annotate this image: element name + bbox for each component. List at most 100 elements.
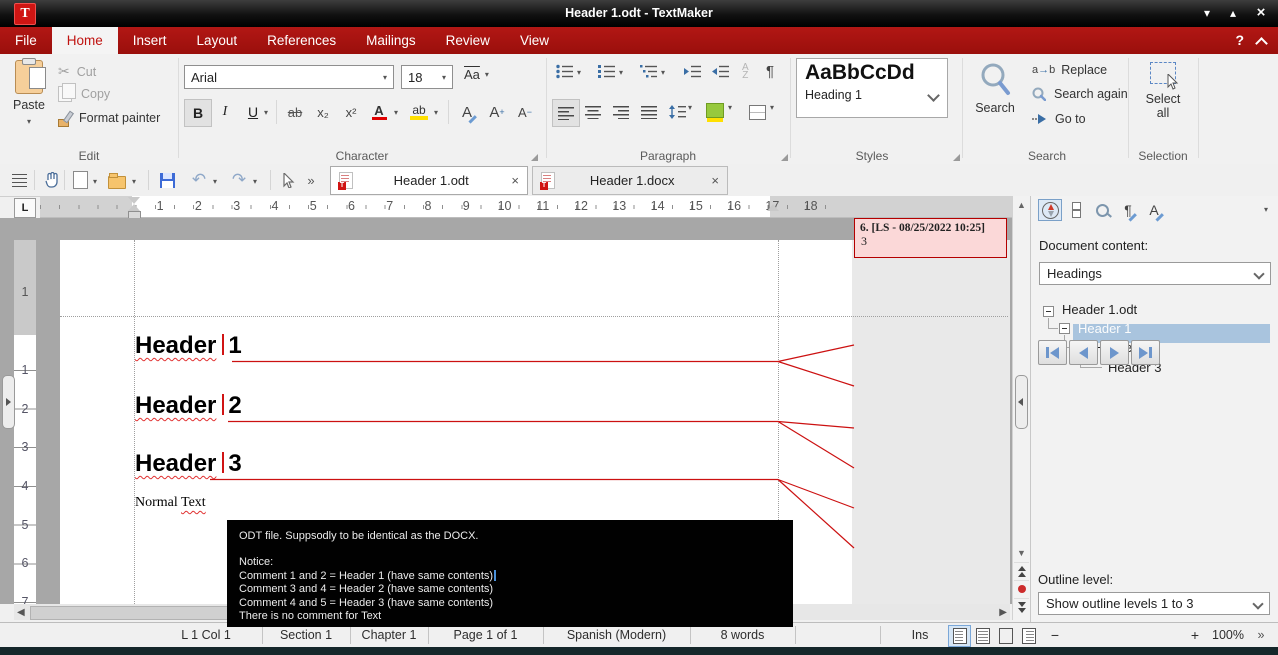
browse-select-button[interactable] <box>1014 580 1029 597</box>
close-button[interactable]: × <box>1248 0 1274 27</box>
align-right-button[interactable] <box>608 99 634 125</box>
heading-2[interactable]: Header2 <box>135 392 242 420</box>
scroll-left-icon[interactable]: ◀ <box>17 605 25 620</box>
menu-tab-mailings[interactable]: Mailings <box>351 27 431 54</box>
statusbar-overflow[interactable]: » <box>1250 623 1272 647</box>
first-line-indent-marker[interactable] <box>128 197 140 204</box>
menu-tab-insert[interactable]: Insert <box>118 27 182 54</box>
styles-dialog-launcher[interactable] <box>953 154 960 161</box>
line-spacing-button[interactable] <box>664 99 690 125</box>
bullet-list-chevron[interactable]: ▾ <box>577 68 581 77</box>
sidebar-panel-handle[interactable] <box>1015 375 1028 429</box>
superscript-button[interactable]: x² <box>338 99 364 125</box>
sidebar-tab-fields[interactable] <box>1064 199 1088 221</box>
zoom-level[interactable]: 100% <box>1206 623 1250 647</box>
menu-tab-view[interactable]: View <box>505 27 564 54</box>
toolbar-overflow-button[interactable]: » <box>300 169 322 191</box>
heading-3[interactable]: Header3 <box>135 450 242 478</box>
strikethrough-button[interactable]: ab <box>282 99 308 125</box>
scroll-up-icon[interactable]: ▲ <box>1013 200 1030 210</box>
menu-tab-review[interactable]: Review <box>431 27 505 54</box>
reset-formatting-button[interactable]: A <box>454 99 480 125</box>
insert-mode-indicator[interactable]: Ins <box>895 623 945 647</box>
new-document-chevron[interactable]: ▾ <box>93 177 97 186</box>
doc-tab-odt-close-icon[interactable]: × <box>511 173 519 188</box>
search-again-button[interactable]: Search again <box>1032 87 1128 101</box>
increase-indent-button[interactable] <box>684 64 702 82</box>
bold-button[interactable]: B <box>184 99 212 127</box>
select-all-button[interactable]: Select all <box>1132 58 1194 144</box>
numbered-list-button[interactable] <box>598 64 616 82</box>
object-mode-button[interactable] <box>278 169 300 191</box>
minimize-button[interactable]: ▾ <box>1194 0 1220 27</box>
maximize-button[interactable]: ▴ <box>1220 0 1246 27</box>
tree-collapse-box[interactable] <box>1059 323 1070 334</box>
view-outline-button[interactable] <box>1017 625 1040 647</box>
heading-1[interactable]: Header1 <box>135 332 242 360</box>
paragraph-dialog-launcher[interactable] <box>781 154 788 161</box>
redo-button[interactable]: ↷ <box>228 169 250 191</box>
shading-chevron[interactable]: ▾ <box>728 103 732 112</box>
scroll-right-icon[interactable]: ▶ <box>999 605 1007 620</box>
horizontal-ruler[interactable]: 123456789101112131415161718 <box>40 196 1012 218</box>
content-type-select[interactable]: Headings <box>1039 262 1271 285</box>
replace-button[interactable]: a→b Replace <box>1032 63 1107 77</box>
save-button[interactable] <box>156 169 178 191</box>
copy-button[interactable]: Copy <box>58 86 110 102</box>
subscript-button[interactable]: x₂ <box>310 99 336 125</box>
shading-button[interactable] <box>702 99 728 125</box>
bullet-list-button[interactable] <box>556 64 574 82</box>
decrease-indent-button[interactable] <box>712 64 730 82</box>
change-case-button[interactable]: Aa ▾ <box>464 67 489 82</box>
search-button[interactable]: Search <box>966 58 1024 144</box>
left-indent-marker[interactable] <box>128 204 140 211</box>
right-indent-marker[interactable] <box>767 204 779 211</box>
doc-tab-odt[interactable]: T Header 1.odt × <box>330 166 528 195</box>
open-button[interactable] <box>106 169 128 191</box>
sidebar-menu-chevron[interactable]: ▾ <box>1264 205 1268 214</box>
shrink-font-button[interactable]: A− <box>512 99 538 125</box>
italic-button[interactable]: I <box>212 99 238 125</box>
grow-font-button[interactable]: A+ <box>484 99 510 125</box>
menu-tab-home[interactable]: Home <box>52 27 118 54</box>
multilevel-list-button[interactable] <box>640 64 658 82</box>
goto-next-heading-button[interactable] <box>1100 340 1129 365</box>
sidebar-toggle-button[interactable] <box>8 169 30 191</box>
vertical-ruler[interactable]: 1 1234567 <box>14 240 36 604</box>
paste-button[interactable]: Paste ▾ <box>6 58 52 144</box>
tree-item-header-1[interactable]: Header 1 <box>1078 321 1131 336</box>
highlight-button[interactable]: ab <box>406 99 432 125</box>
sidebar-tab-navigation[interactable] <box>1038 199 1062 221</box>
multilevel-list-chevron[interactable]: ▾ <box>661 68 665 77</box>
sidebar-tab-search[interactable] <box>1090 199 1114 221</box>
view-continuous-button[interactable] <box>971 625 994 647</box>
menu-tab-references[interactable]: References <box>252 27 351 54</box>
zoom-in-button[interactable]: + <box>1185 623 1205 647</box>
redo-chevron[interactable]: ▾ <box>253 177 257 186</box>
doc-tab-docx[interactable]: T Header 1.docx × <box>532 166 728 195</box>
sidebar-tab-paragraph-style[interactable]: ¶ <box>1116 199 1140 221</box>
body-text[interactable]: Normal Text <box>135 495 206 511</box>
align-center-button[interactable] <box>580 99 606 125</box>
undo-chevron[interactable]: ▾ <box>213 177 217 186</box>
goto-first-heading-button[interactable] <box>1038 340 1067 365</box>
font-color-button[interactable]: A <box>366 99 392 125</box>
tree-collapse-box[interactable] <box>1043 306 1054 317</box>
ruler-corner-tab-selector[interactable]: L <box>14 198 36 218</box>
borders-chevron[interactable]: ▾ <box>770 103 774 112</box>
undo-button[interactable]: ↶ <box>188 169 210 191</box>
help-icon[interactable]: ? <box>1235 27 1244 54</box>
highlight-menu-chevron[interactable]: ▾ <box>430 99 442 125</box>
font-size-select[interactable]: 18 ▾ <box>401 65 453 89</box>
view-normal-button[interactable] <box>948 625 971 647</box>
underline-menu-chevron[interactable]: ▾ <box>260 99 272 125</box>
browse-previous-button[interactable] <box>1014 562 1029 579</box>
numbered-list-chevron[interactable]: ▾ <box>619 68 623 77</box>
align-left-button[interactable] <box>552 99 580 127</box>
menu-tab-layout[interactable]: Layout <box>182 27 253 54</box>
cut-button[interactable]: ✂ Cut <box>58 63 96 80</box>
line-spacing-chevron[interactable]: ▾ <box>688 103 692 112</box>
pan-hand-button[interactable] <box>40 169 62 191</box>
font-name-select[interactable]: Arial ▾ <box>184 65 394 89</box>
scroll-down-icon[interactable]: ▼ <box>1013 548 1030 558</box>
